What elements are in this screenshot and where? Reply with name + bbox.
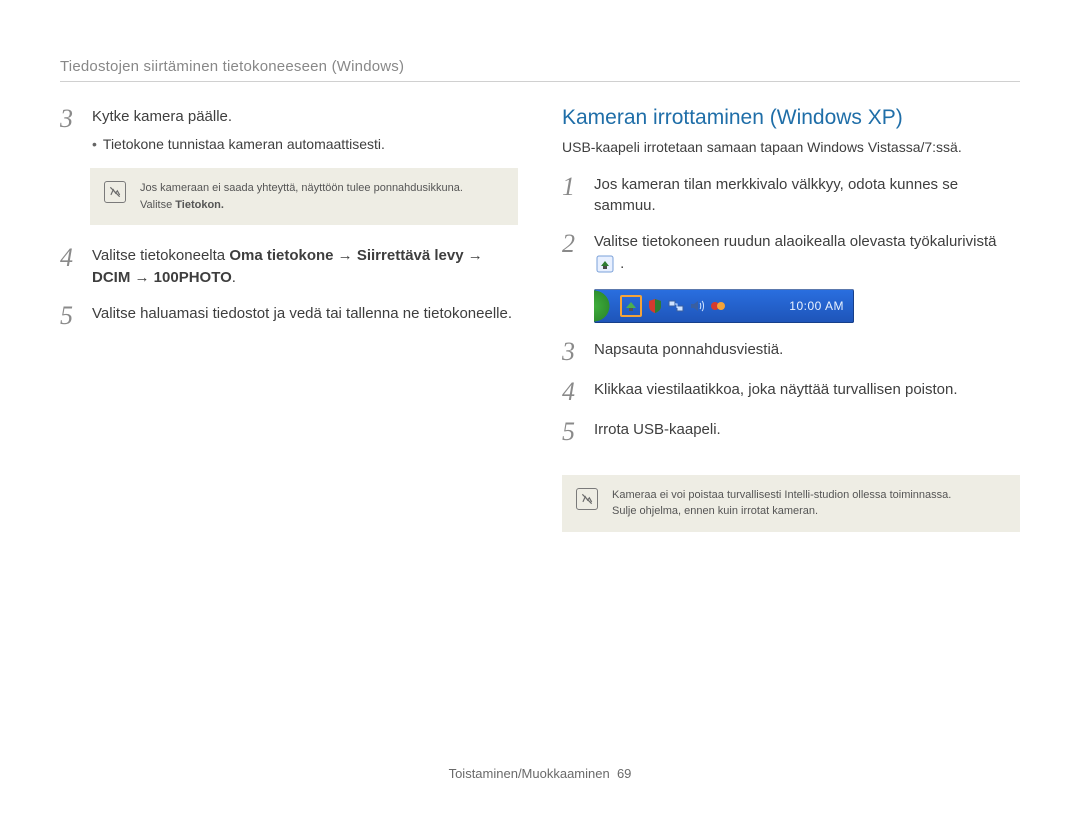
step-number: 3 [60, 106, 82, 154]
note-line1: Jos kameraan ei saada yhteyttä, näyttöön… [140, 180, 463, 197]
step-body: Valitse tietokoneen ruudun alaoikealla o… [594, 231, 1020, 275]
page-footer: Toistaminen/Muokkaaminen 69 [0, 766, 1080, 781]
windows-xp-taskbar: 10:00 AM [594, 289, 854, 323]
columns: 3 Kytke kamera päälle. Tietokone tunnist… [60, 106, 1020, 552]
right-step-2: 2 Valitse tietokoneen ruudun alaoikealla… [562, 231, 1020, 275]
breadcrumb: Tiedostojen siirtäminen tietokoneeseen (… [60, 58, 1020, 75]
section-heading: Kameran irrottaminen (Windows XP) [562, 106, 1020, 130]
section-subtext: USB-kaapeli irrotetaan samaan tapaan Win… [562, 138, 1020, 158]
safely-remove-icon [623, 298, 639, 314]
right-step-4: 4 Klikkaa viestilaatikkoa, joka näyttää … [562, 379, 1020, 405]
step-number: 4 [60, 245, 82, 289]
footer-section: Toistaminen/Muokkaaminen [449, 766, 610, 781]
step-number: 2 [562, 231, 584, 275]
safely-remove-highlight [620, 295, 642, 317]
note-icon [576, 488, 598, 510]
step-body: Kytke kamera päälle. Tietokone tunnistaa… [92, 106, 385, 154]
tray-misc-icon [710, 298, 726, 314]
step-body: Jos kameran tilan merkkivalo välkkyy, od… [594, 174, 1020, 218]
step-5: 5 Valitse haluamasi tiedostot ja vedä ta… [60, 303, 518, 329]
step-number: 4 [562, 379, 584, 405]
footer-page: 69 [617, 766, 631, 781]
safely-remove-icon-inline [596, 255, 614, 273]
note-line2: Valitse Tietokon. [140, 197, 463, 214]
start-button-edge [594, 289, 616, 323]
note-line2: Sulje ohjelma, ennen kuin irrotat kamera… [612, 503, 951, 520]
step-body: Irrota USB-kaapeli. [594, 419, 721, 445]
step-number: 5 [60, 303, 82, 329]
note-icon [104, 181, 126, 203]
divider [60, 81, 1020, 82]
note-text: Jos kameraan ei saada yhteyttä, näyttöön… [140, 180, 463, 213]
manual-page: Tiedostojen siirtäminen tietokoneeseen (… [0, 0, 1080, 815]
network-icon [668, 298, 684, 314]
step-bullet: Tietokone tunnistaa kameran automaattise… [92, 134, 385, 154]
right-step-3: 3 Napsauta ponnahdusviestiä. [562, 339, 1020, 365]
step-3: 3 Kytke kamera päälle. Tietokone tunnist… [60, 106, 518, 154]
step-4: 4 Valitse tietokoneelta Oma tietokone → … [60, 245, 518, 289]
right-step-1: 1 Jos kameran tilan merkkivalo välkkyy, … [562, 174, 1020, 218]
shield-icon [647, 298, 663, 314]
left-column: 3 Kytke kamera päälle. Tietokone tunnist… [60, 106, 518, 552]
step-body: Napsauta ponnahdusviestiä. [594, 339, 783, 365]
note-line1: Kameraa ei voi poistaa turvallisesti Int… [612, 487, 951, 504]
step-number: 5 [562, 419, 584, 445]
volume-icon [689, 298, 705, 314]
note-box-left: Jos kameraan ei saada yhteyttä, näyttöön… [90, 168, 518, 225]
step-number: 1 [562, 174, 584, 218]
note-box-right: Kameraa ei voi poistaa turvallisesti Int… [562, 475, 1020, 532]
tray-icons [620, 295, 726, 317]
step-body: Valitse tietokoneelta Oma tietokone → Si… [92, 245, 518, 289]
right-step-5: 5 Irrota USB-kaapeli. [562, 419, 1020, 445]
step-body: Klikkaa viestilaatikkoa, joka näyttää tu… [594, 379, 958, 405]
taskbar-clock: 10:00 AM [789, 299, 844, 313]
right-column: Kameran irrottaminen (Windows XP) USB-ka… [562, 106, 1020, 552]
step-number: 3 [562, 339, 584, 365]
note-text: Kameraa ei voi poistaa turvallisesti Int… [612, 487, 951, 520]
bullet-text: Tietokone tunnistaa kameran automaattise… [103, 134, 385, 154]
step-text: Kytke kamera päälle. [92, 108, 232, 125]
step-body: Valitse haluamasi tiedostot ja vedä tai … [92, 303, 512, 329]
